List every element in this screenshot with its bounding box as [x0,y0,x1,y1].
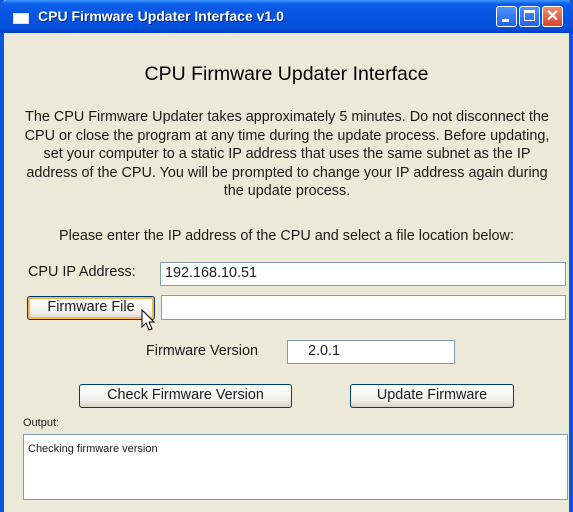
maximize-icon [524,10,535,21]
minimize-button[interactable] [496,6,517,27]
firmware-file-button[interactable]: Firmware File [27,296,155,320]
update-firmware-button[interactable]: Update Firmware [350,384,514,408]
close-button[interactable]: ✕ [542,6,563,27]
ip-address-input[interactable]: 192.168.10.51 [160,262,566,286]
firmware-version-label: Firmware Version [146,343,258,359]
page-heading: CPU Firmware Updater Interface [144,63,429,85]
instructions-text: The CPU Firmware Updater takes approxima… [24,109,550,199]
mouse-pointer-icon [141,309,156,331]
output-label: Output: [23,417,60,429]
ip-address-label: CPU IP Address: [28,264,136,280]
prompt-text: Please enter the IP address of the CPU a… [59,228,514,244]
window-title: CPU Firmware Updater Interface v1.0 [38,8,284,24]
window-app-icon [13,13,29,24]
firmware-version-field: 2.0.1 [287,340,455,364]
output-textarea[interactable]: Checking firmware version [23,434,568,500]
title-bar[interactable]: CPU Firmware Updater Interface v1.0 ✕ [0,0,573,33]
app-window: CPU Firmware Updater Interface v1.0 ✕ CP… [0,0,573,512]
minimize-icon [502,19,509,22]
firmware-file-path-input[interactable] [161,295,566,320]
maximize-button[interactable] [519,6,540,27]
close-icon: ✕ [545,8,560,25]
check-firmware-version-button[interactable]: Check Firmware Version [79,384,292,408]
